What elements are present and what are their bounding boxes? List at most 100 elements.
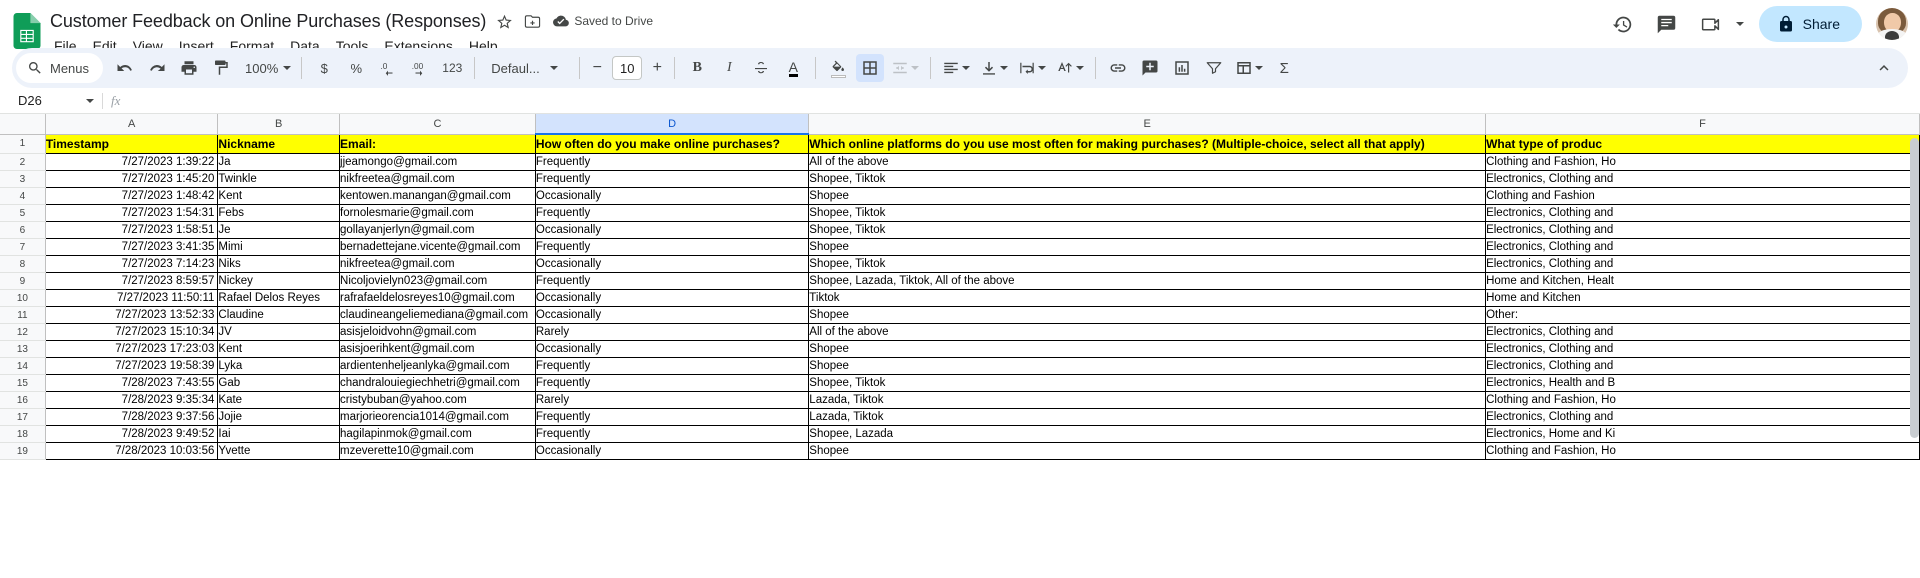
row-header-4[interactable]: 4 bbox=[0, 188, 45, 205]
row-header-2[interactable]: 2 bbox=[0, 154, 45, 171]
cell-D14[interactable]: Frequently bbox=[535, 358, 808, 375]
cell-E19[interactable]: Shopee bbox=[809, 443, 1486, 460]
vertical-scrollbar[interactable] bbox=[1910, 138, 1919, 438]
cell-F3[interactable]: Electronics, Clothing and bbox=[1486, 171, 1920, 188]
cell-E12[interactable]: All of the above bbox=[809, 324, 1486, 341]
cell-D6[interactable]: Occasionally bbox=[535, 222, 808, 239]
cell-C8[interactable]: nikfreetea@gmail.com bbox=[340, 256, 536, 273]
filter-button[interactable] bbox=[1200, 54, 1228, 82]
cell-D2[interactable]: Frequently bbox=[535, 154, 808, 171]
row-header-19[interactable]: 19 bbox=[0, 443, 45, 460]
row-header-12[interactable]: 12 bbox=[0, 324, 45, 341]
cell-A5[interactable]: 7/27/2023 1:54:31 bbox=[45, 205, 218, 222]
cell-F15[interactable]: Electronics, Health and B bbox=[1486, 375, 1920, 392]
vertical-align-button[interactable] bbox=[977, 54, 1011, 82]
cell-E10[interactable]: Tiktok bbox=[809, 290, 1486, 307]
fill-color-button[interactable] bbox=[824, 54, 852, 82]
cell-A11[interactable]: 7/27/2023 13:52:33 bbox=[45, 307, 218, 324]
cell-B9[interactable]: Nickey bbox=[218, 273, 340, 290]
cell-A14[interactable]: 7/27/2023 19:58:39 bbox=[45, 358, 218, 375]
row-header-17[interactable]: 17 bbox=[0, 409, 45, 426]
cell-D17[interactable]: Frequently bbox=[535, 409, 808, 426]
cell-C16[interactable]: cristybuban@yahoo.com bbox=[340, 392, 536, 409]
cell-C15[interactable]: chandralouiegiechhetri@gmail.com bbox=[340, 375, 536, 392]
insert-comment-button[interactable] bbox=[1136, 54, 1164, 82]
cell-C3[interactable]: nikfreetea@gmail.com bbox=[340, 171, 536, 188]
cell-B5[interactable]: Febs bbox=[218, 205, 340, 222]
column-title-cell[interactable]: What type of produc bbox=[1486, 134, 1920, 154]
cell-A8[interactable]: 7/27/2023 7:14:23 bbox=[45, 256, 218, 273]
column-title-cell[interactable]: Which online platforms do you use most o… bbox=[809, 134, 1486, 154]
page-title[interactable]: Customer Feedback on Online Purchases (R… bbox=[50, 11, 486, 32]
cell-A12[interactable]: 7/27/2023 15:10:34 bbox=[45, 324, 218, 341]
cell-E14[interactable]: Shopee bbox=[809, 358, 1486, 375]
row-header-16[interactable]: 16 bbox=[0, 392, 45, 409]
cell-E18[interactable]: Shopee, Lazada bbox=[809, 426, 1486, 443]
cell-B14[interactable]: Lyka bbox=[218, 358, 340, 375]
pivot-table-button[interactable] bbox=[1232, 54, 1266, 82]
font-size-stepper[interactable]: − 10 + bbox=[586, 56, 668, 80]
cell-E6[interactable]: Shopee, Tiktok bbox=[809, 222, 1486, 239]
cell-A7[interactable]: 7/27/2023 3:41:35 bbox=[45, 239, 218, 256]
cell-F6[interactable]: Electronics, Clothing and bbox=[1486, 222, 1920, 239]
cell-A19[interactable]: 7/28/2023 10:03:56 bbox=[45, 443, 218, 460]
cell-E15[interactable]: Shopee, Tiktok bbox=[809, 375, 1486, 392]
cell-C5[interactable]: fornolesmarie@gmail.com bbox=[340, 205, 536, 222]
decrease-decimal-button[interactable]: .0 bbox=[374, 54, 402, 82]
row-header-6[interactable]: 6 bbox=[0, 222, 45, 239]
cell-F8[interactable]: Electronics, Clothing and bbox=[1486, 256, 1920, 273]
cell-E16[interactable]: Lazada, Tiktok bbox=[809, 392, 1486, 409]
cell-A4[interactable]: 7/27/2023 1:48:42 bbox=[45, 188, 218, 205]
name-box[interactable]: D26 bbox=[8, 89, 100, 113]
undo-button[interactable] bbox=[111, 54, 139, 82]
font-size-input[interactable]: 10 bbox=[612, 56, 642, 80]
row-header-18[interactable]: 18 bbox=[0, 426, 45, 443]
column-header-f[interactable]: F bbox=[1486, 114, 1920, 134]
cell-C12[interactable]: asisjeloidvohn@gmail.com bbox=[340, 324, 536, 341]
row-header-5[interactable]: 5 bbox=[0, 205, 45, 222]
column-header-c[interactable]: C bbox=[340, 114, 536, 134]
cell-E5[interactable]: Shopee, Tiktok bbox=[809, 205, 1486, 222]
cell-F11[interactable]: Other: bbox=[1486, 307, 1920, 324]
cell-E11[interactable]: Shopee bbox=[809, 307, 1486, 324]
cell-B8[interactable]: Niks bbox=[218, 256, 340, 273]
cell-A17[interactable]: 7/28/2023 9:37:56 bbox=[45, 409, 218, 426]
cell-D19[interactable]: Occasionally bbox=[535, 443, 808, 460]
cell-D16[interactable]: Rarely bbox=[535, 392, 808, 409]
cell-A9[interactable]: 7/27/2023 8:59:57 bbox=[45, 273, 218, 290]
functions-button[interactable]: Σ bbox=[1270, 54, 1298, 82]
percent-format-button[interactable]: % bbox=[342, 54, 370, 82]
row-header-13[interactable]: 13 bbox=[0, 341, 45, 358]
cell-F18[interactable]: Electronics, Home and Ki bbox=[1486, 426, 1920, 443]
cell-A16[interactable]: 7/28/2023 9:35:34 bbox=[45, 392, 218, 409]
cell-F16[interactable]: Clothing and Fashion, Ho bbox=[1486, 392, 1920, 409]
cell-F13[interactable]: Electronics, Clothing and bbox=[1486, 341, 1920, 358]
cell-B18[interactable]: Iai bbox=[218, 426, 340, 443]
row-header-1[interactable]: 1 bbox=[0, 134, 45, 154]
insert-link-button[interactable] bbox=[1104, 54, 1132, 82]
cell-F19[interactable]: Clothing and Fashion, Ho bbox=[1486, 443, 1920, 460]
cell-D10[interactable]: Occasionally bbox=[535, 290, 808, 307]
cell-D9[interactable]: Frequently bbox=[535, 273, 808, 290]
cell-D7[interactable]: Frequently bbox=[535, 239, 808, 256]
cell-F2[interactable]: Clothing and Fashion, Ho bbox=[1486, 154, 1920, 171]
cell-B13[interactable]: Kent bbox=[218, 341, 340, 358]
cell-B19[interactable]: Yvette bbox=[218, 443, 340, 460]
cell-B15[interactable]: Gab bbox=[218, 375, 340, 392]
merge-cells-button[interactable] bbox=[888, 54, 922, 82]
increase-decimal-button[interactable]: .00 bbox=[406, 54, 434, 82]
cell-A6[interactable]: 7/27/2023 1:58:51 bbox=[45, 222, 218, 239]
borders-button[interactable] bbox=[856, 54, 884, 82]
italic-button[interactable]: I bbox=[715, 54, 743, 82]
cell-A18[interactable]: 7/28/2023 9:49:52 bbox=[45, 426, 218, 443]
text-rotation-button[interactable] bbox=[1053, 54, 1087, 82]
cell-F7[interactable]: Electronics, Clothing and bbox=[1486, 239, 1920, 256]
cell-B16[interactable]: Kate bbox=[218, 392, 340, 409]
insert-chart-button[interactable] bbox=[1168, 54, 1196, 82]
cell-C19[interactable]: mzeverette10@gmail.com bbox=[340, 443, 536, 460]
horizontal-align-button[interactable] bbox=[939, 54, 973, 82]
avatar[interactable] bbox=[1876, 8, 1908, 40]
cell-F14[interactable]: Electronics, Clothing and bbox=[1486, 358, 1920, 375]
cell-D13[interactable]: Occasionally bbox=[535, 341, 808, 358]
star-icon[interactable] bbox=[495, 12, 514, 31]
